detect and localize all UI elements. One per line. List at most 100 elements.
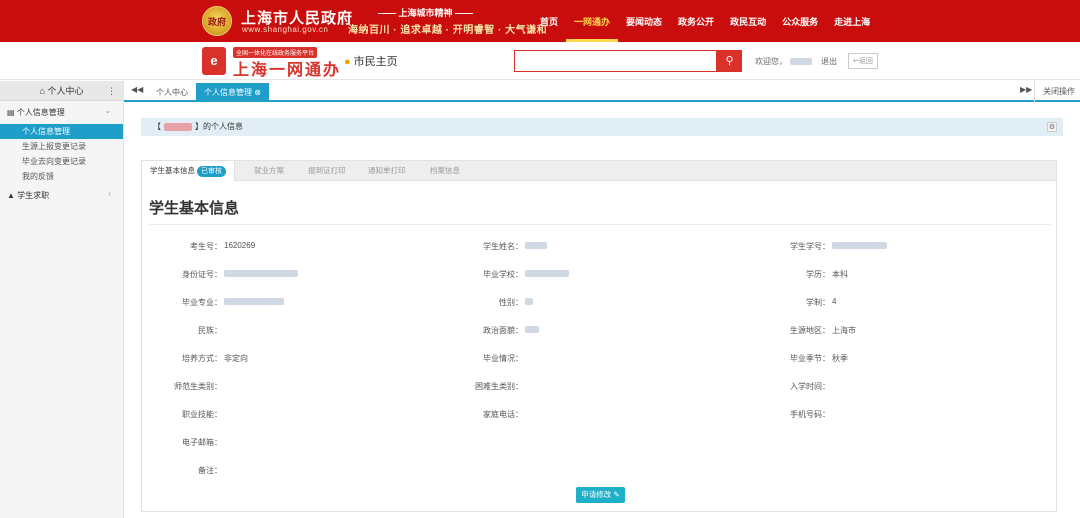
- nav-interaction[interactable]: 政民互动: [722, 0, 774, 42]
- sidebar-group-personal-info[interactable]: ▤ 个人信息管理 ⌄: [0, 101, 123, 124]
- apply-modify-button[interactable]: 申请修改 ✎: [576, 487, 625, 503]
- value-school-length: 4: [832, 297, 837, 306]
- label-hardship-type: 困难生类别：: [475, 382, 523, 391]
- tab-notice-print[interactable]: 通知单打印: [368, 161, 406, 181]
- label-education: 学历：: [806, 270, 830, 279]
- chevron-down-icon: ⌄: [104, 106, 111, 115]
- label-id-card: 身份证号：: [182, 270, 222, 279]
- value-origin-region: 上海市: [832, 326, 856, 335]
- tab-personal-info-manage[interactable]: 个人信息管理 ⊗: [196, 83, 269, 102]
- nav-gov-open[interactable]: 政务公开: [670, 0, 722, 42]
- personal-info-icon: ▤: [7, 108, 15, 117]
- sidebar-title: 个人中心: [47, 86, 84, 96]
- label-training-mode: 培养方式：: [182, 354, 222, 363]
- home-icon: ⌂: [39, 86, 45, 96]
- city-spirit-title: —— 上海城市精神 ——: [378, 8, 474, 18]
- tab-student-basic-info[interactable]: 学生基本信息 已审核: [142, 161, 235, 181]
- label-graduation-status: 毕业情况：: [483, 354, 523, 363]
- sidebar: ⌂ 个人中心 ⋮ ▤ 个人信息管理 ⌄ 个人信息管理 生源上报变更记录 毕业去向…: [0, 81, 124, 518]
- label-home-phone: 家庭电话：: [483, 410, 523, 419]
- label-enrollment-date: 入学时间：: [790, 382, 830, 391]
- search-input[interactable]: [514, 50, 717, 72]
- value-gender: [525, 297, 533, 306]
- value-exam-number: 1620269: [224, 241, 256, 250]
- label-gender: 性别：: [499, 298, 523, 307]
- value-training-mode: 非定向: [224, 354, 248, 363]
- sub-header: e 全国一体化在线政务服务平台 上海一网通办 ● 市民主页 ⚲ 欢迎您， 退出 ↩…: [0, 42, 1080, 80]
- sidebar-menu-icon[interactable]: ⋮: [107, 81, 116, 101]
- tab-report-card-print[interactable]: 报到证打印: [308, 161, 346, 181]
- nav-about-shanghai[interactable]: 走进上海: [826, 0, 878, 42]
- tab-employment-plan[interactable]: 就业方案: [254, 161, 284, 181]
- top-header: 政府 上海市人民政府 www.shanghai.gov.cn —— 上海城市精神…: [0, 0, 1080, 42]
- tabs-scroll-left-icon[interactable]: ◀◀: [131, 85, 143, 94]
- search-icon: ⚲: [725, 55, 734, 67]
- label-email: 电子邮箱：: [182, 438, 222, 447]
- label-remarks: 备注：: [198, 466, 222, 475]
- value-student-id: [832, 241, 887, 250]
- card-tabs: 学生基本信息 已审核 就业方案 报到证打印 通知单打印 档案信息: [142, 161, 1056, 181]
- sidebar-item-personal-info-manage[interactable]: 个人信息管理: [0, 124, 123, 139]
- logout-link[interactable]: 退出: [821, 56, 837, 67]
- user-name-blurred: [790, 58, 812, 66]
- tab-archive-info[interactable]: 档案信息: [430, 161, 460, 181]
- top-nav: 首页 一网通办 要闻动态 政务公开 政民互动 公众服务 走进上海: [532, 0, 878, 42]
- label-major: 毕业专业：: [182, 298, 222, 307]
- value-graduation-season: 秋季: [832, 354, 848, 363]
- blurred-value: [525, 326, 539, 334]
- edit-icon: ✎: [613, 490, 620, 499]
- info-panel-header: 【】的个人信息 ⚙: [141, 118, 1063, 136]
- nav-home[interactable]: 首页: [532, 0, 566, 42]
- label-normal-student-type: 师范生类别：: [174, 382, 222, 391]
- blurred-value: [525, 270, 569, 278]
- page-tabs-bar: ◀◀ 个人中心 个人信息管理 ⊗ ▶▶ 关闭操作 ▾: [124, 81, 1080, 117]
- search-button[interactable]: ⚲: [717, 50, 742, 72]
- nav-news[interactable]: 要闻动态: [618, 0, 670, 42]
- sidebar-item-feedback[interactable]: 我的反馈: [0, 169, 123, 184]
- divider: [149, 224, 1051, 225]
- sidebar-item-destination-change-log[interactable]: 毕业去向变更记录: [0, 154, 123, 169]
- yiwangtongban-logo-icon: e: [202, 47, 226, 75]
- back-button[interactable]: ↩返回: [848, 53, 878, 69]
- label-political-status: 政治面貌：: [483, 326, 523, 335]
- close-operations-dropdown[interactable]: 关闭操作 ▾: [1034, 81, 1080, 117]
- value-student-name: [525, 241, 547, 250]
- label-school-length: 学制：: [806, 298, 830, 307]
- citizen-home-label: 市民主页: [353, 56, 398, 68]
- value-education: 本科: [832, 270, 848, 279]
- blurred-value: [832, 242, 887, 250]
- value-graduate-school: [525, 269, 569, 278]
- student-info-card: 学生基本信息 已审核 就业方案 报到证打印 通知单打印 档案信息 学生基本信息 考…: [141, 160, 1057, 512]
- yiwangtongban-title[interactable]: 上海一网通办: [233, 56, 341, 80]
- value-major: [224, 297, 284, 306]
- city-spirit-slogan: 海纳百川 · 追求卓越 · 开明睿智 · 大气谦和: [348, 25, 548, 36]
- blurred-value: [224, 270, 298, 278]
- tab-close-icon[interactable]: ⊗: [254, 88, 261, 97]
- gear-icon[interactable]: ⚙: [1047, 122, 1057, 132]
- label-graduate-school: 毕业学校：: [483, 270, 523, 279]
- label-graduation-season: 毕业季节：: [790, 354, 830, 363]
- nav-public-service[interactable]: 公众服务: [774, 0, 826, 42]
- sidebar-group-job-search[interactable]: ▲ 学生求职 ‹: [0, 184, 123, 207]
- location-pin-icon: ●: [344, 56, 351, 68]
- label-origin-region: 生源地区：: [790, 326, 830, 335]
- label-mobile-number: 手机号码：: [790, 410, 830, 419]
- value-political-status: [525, 325, 539, 334]
- label-exam-number: 考生号：: [190, 242, 222, 251]
- student-name-blurred: [164, 122, 192, 131]
- value-id-card: [224, 269, 298, 278]
- sidebar-item-source-change-log[interactable]: 生源上报变更记录: [0, 139, 123, 154]
- main-content: 【】的个人信息 ⚙ 学生基本信息 已审核 就业方案 报到证打印 通知单打印 档案信…: [124, 104, 1080, 518]
- shanghai-emblem-icon: 政府: [202, 6, 232, 36]
- gov-url: www.shanghai.gov.cn: [242, 25, 329, 34]
- tabs-scroll-right-icon[interactable]: ▶▶: [1020, 85, 1032, 94]
- job-search-icon: ▲: [7, 191, 15, 200]
- sidebar-header: ⌂ 个人中心 ⋮: [0, 81, 123, 101]
- nav-yiwangtongban[interactable]: 一网通办: [566, 0, 619, 42]
- tab-personal-center[interactable]: 个人中心: [148, 83, 196, 102]
- blurred-value: [525, 242, 547, 250]
- blurred-value: [224, 298, 284, 306]
- citizen-home-link[interactable]: ● 市民主页: [344, 53, 398, 69]
- status-badge: 已审核: [197, 166, 226, 177]
- blurred-value: [525, 298, 533, 306]
